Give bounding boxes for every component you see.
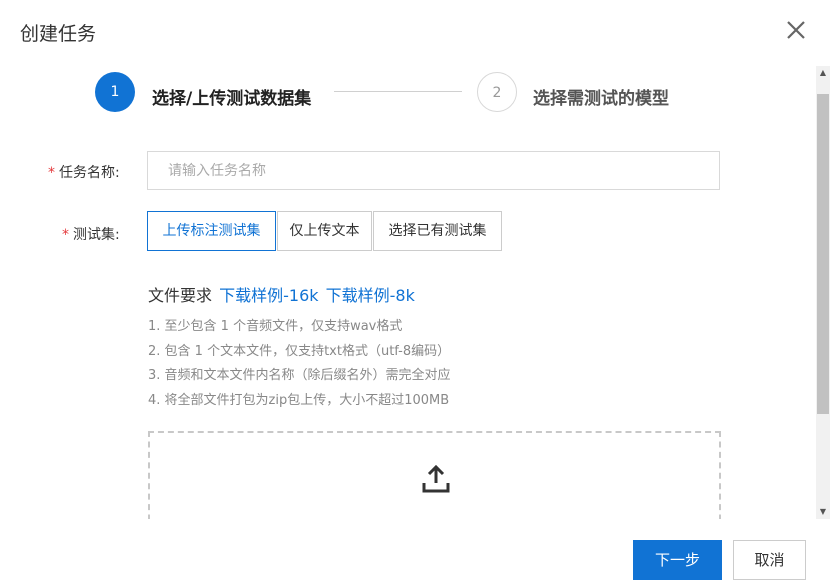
task-name-input[interactable] — [147, 151, 720, 190]
upload-dropzone[interactable] — [148, 431, 721, 531]
step-2-label: 选择需测试的模型 — [533, 89, 669, 109]
required-mark: * — [62, 227, 69, 243]
test-set-label: * 测试集: — [62, 224, 120, 244]
download-sample-16k-link[interactable]: 下载样例-16k — [219, 286, 318, 305]
task-name-label: * 任务名称: — [48, 162, 120, 182]
close-icon[interactable] — [784, 18, 808, 42]
vertical-scrollbar[interactable]: ▲ ▼ — [816, 66, 830, 519]
scroll-down-arrow-icon[interactable]: ▼ — [816, 505, 830, 519]
requirement-item: 1. 至少包含 1 个音频文件，仅支持wav格式 — [148, 319, 403, 334]
step-1-label: 选择/上传测试数据集 — [152, 89, 312, 109]
scroll-up-arrow-icon[interactable]: ▲ — [816, 66, 830, 80]
task-name-label-text: 任务名称: — [59, 165, 120, 181]
requirement-item: 2. 包含 1 个文本文件，仅支持txt格式（utf-8编码） — [148, 343, 451, 359]
file-requirements-heading: 文件要求 下载样例-16k 下载样例-8k — [148, 282, 415, 306]
upload-icon — [420, 463, 452, 495]
cancel-button[interactable]: 取消 — [733, 540, 806, 580]
scroll-thumb[interactable] — [817, 94, 829, 414]
requirements-list: 1. 至少包含 1 个音频文件，仅支持wav格式 2. 包含 1 个文本文件，仅… — [148, 315, 451, 413]
download-sample-8k-link[interactable]: 下载样例-8k — [326, 286, 415, 305]
test-set-label-text: 测试集: — [73, 227, 120, 243]
required-mark: * — [48, 165, 55, 181]
step-2-indicator: 2 — [477, 72, 517, 112]
requirement-item: 4. 将全部文件打包为zip包上传，大小不超过100MB — [148, 392, 450, 408]
file-requirements-title: 文件要求 — [148, 286, 213, 305]
requirement-item: 3. 音频和文本文件内名称（除后缀名外）需完全对应 — [148, 368, 451, 383]
step-connector — [334, 91, 462, 92]
step-1-indicator: 1 — [95, 72, 135, 112]
option-select-existing-set[interactable]: 选择已有测试集 — [373, 211, 502, 251]
next-button[interactable]: 下一步 — [633, 540, 722, 580]
option-upload-text-only[interactable]: 仅上传文本 — [277, 211, 372, 251]
dialog-title: 创建任务 — [20, 23, 97, 45]
option-upload-labeled-set[interactable]: 上传标注测试集 — [147, 211, 276, 251]
